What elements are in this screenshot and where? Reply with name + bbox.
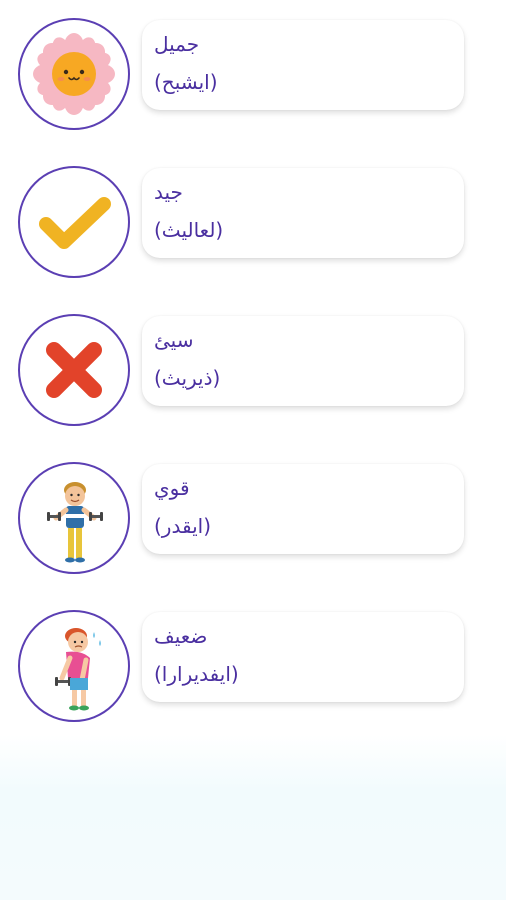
transliteration-label: (ذيريث) [154, 366, 221, 390]
strong-boy-icon [47, 482, 103, 563]
list-item[interactable]: ضعيف (ايفديرارا) [0, 610, 506, 726]
image-circle[interactable] [18, 18, 130, 130]
transliteration-label: (ايقدر) [154, 514, 212, 538]
word-label: قوي [154, 476, 190, 500]
word-card[interactable]: ضعيف (ايفديرارا) [142, 612, 464, 702]
image-circle[interactable] [18, 314, 130, 426]
transliteration-label: (لعاليث) [154, 218, 224, 242]
checkmark-icon [39, 197, 111, 249]
weak-boy-icon [55, 628, 101, 711]
image-circle[interactable] [18, 166, 130, 278]
word-card[interactable]: سيئ (ذيريث) [142, 316, 464, 406]
word-card[interactable]: جيد (لعاليث) [142, 168, 464, 258]
sun-flower-icon [33, 33, 115, 115]
transliteration-label: (ايشبح) [154, 70, 218, 94]
list-item[interactable]: قوي (ايقدر) [0, 462, 506, 578]
word-label: سيئ [154, 328, 194, 352]
list-item[interactable]: جميل (ايشبح) [0, 18, 506, 134]
word-label: جيد [154, 180, 183, 204]
word-card[interactable]: جميل (ايشبح) [142, 20, 464, 110]
cross-icon [46, 342, 102, 398]
list-item[interactable]: سيئ (ذيريث) [0, 314, 506, 430]
transliteration-label: (ايفديرارا) [154, 662, 239, 686]
image-circle[interactable] [18, 610, 130, 722]
word-label: ضعيف [154, 624, 208, 648]
image-circle[interactable] [18, 462, 130, 574]
list-item[interactable]: جيد (لعاليث) [0, 166, 506, 282]
word-card[interactable]: قوي (ايقدر) [142, 464, 464, 554]
word-label: جميل [154, 32, 200, 56]
